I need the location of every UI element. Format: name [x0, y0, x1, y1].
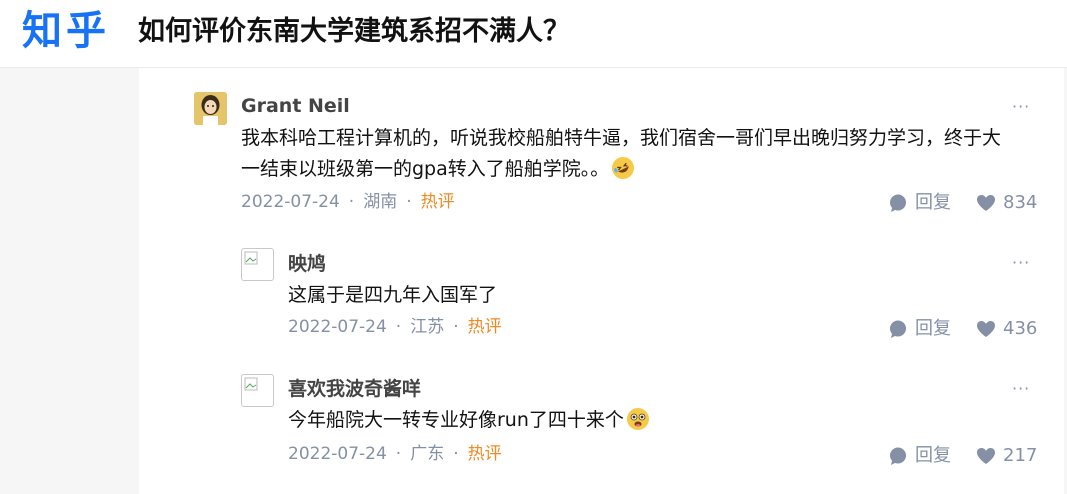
top-bar: 知乎 如何评价东南大学建筑系招不满人？ — [0, 0, 1067, 68]
comment-location: 湖南 — [363, 192, 398, 212]
reply-icon — [890, 194, 906, 212]
comment-content: 这属于是四九年入国军了 — [288, 284, 498, 306]
reply-button[interactable]: 回复 — [888, 318, 951, 340]
meta-separator: · — [348, 192, 355, 212]
reply-icon — [890, 320, 906, 338]
comment-content: 今年船院大一转专业好像run了四十来个 — [288, 405, 988, 436]
more-options-icon[interactable]: ··· — [1012, 99, 1030, 115]
like-button[interactable]: 217 — [976, 445, 1037, 467]
reply-button[interactable]: 回复 — [888, 192, 951, 214]
question-title[interactable]: 如何评价东南大学建筑系招不满人？ — [138, 12, 570, 52]
comment-author[interactable]: 映鸠 — [288, 252, 326, 276]
comment-meta: 2022-07-24 · 广东 · 热评 — [288, 443, 502, 465]
comment-location: 江苏 — [410, 317, 445, 337]
comment-meta: 2022-07-24 · 江苏 · 热评 — [288, 316, 502, 338]
comment-author[interactable]: Grant Neil — [241, 94, 350, 118]
meta-separator: · — [406, 192, 412, 212]
heart-icon — [977, 321, 995, 337]
zhihu-logo[interactable]: 知乎 — [22, 6, 110, 56]
reply-label: 回复 — [915, 192, 951, 213]
like-count: 834 — [1003, 192, 1038, 213]
meta-separator: · — [395, 444, 402, 464]
like-count: 217 — [1003, 445, 1038, 466]
rolling-on-floor-laughing-icon — [612, 157, 635, 179]
avatar[interactable] — [241, 248, 274, 281]
like-count: 436 — [1003, 318, 1038, 339]
heart-icon — [977, 448, 995, 464]
meta-separator: · — [395, 317, 402, 337]
comment-content: 我本科哈工程计算机的，听说我校船舶特牛逼，我们宿舍一哥们早出晚归努力学习，终于大… — [241, 123, 1006, 185]
reply-label: 回复 — [915, 318, 951, 339]
meta-separator: · — [453, 317, 459, 337]
more-options-icon[interactable]: ··· — [1012, 255, 1030, 271]
comment-date: 2022-07-24 — [241, 192, 340, 212]
comment-meta: 2022-07-24 · 湖南 · 热评 — [241, 191, 455, 213]
heart-icon — [977, 195, 995, 211]
comment-location: 广东 — [410, 444, 445, 464]
avatar[interactable] — [194, 92, 227, 125]
avatar[interactable] — [241, 374, 274, 407]
hot-comment-badge: 热评 — [420, 192, 455, 212]
reply-icon — [890, 447, 906, 465]
comment-date: 2022-07-24 — [288, 317, 387, 337]
comment-author[interactable]: 喜欢我波奇酱咩 — [288, 377, 421, 401]
reply-label: 回复 — [915, 445, 951, 466]
drooling-face-icon — [626, 408, 649, 430]
like-button[interactable]: 436 — [976, 318, 1037, 340]
meta-separator: · — [453, 444, 459, 464]
hot-comment-badge: 热评 — [467, 444, 502, 464]
reply-button[interactable]: 回复 — [888, 445, 951, 467]
comment-date: 2022-07-24 — [288, 444, 387, 464]
like-button[interactable]: 834 — [976, 192, 1037, 214]
comment-card: Grant Neil ··· 我本科哈工程计算机的，听说我校船舶特牛逼，我们宿舍… — [139, 68, 1064, 494]
more-options-icon[interactable]: ··· — [1012, 381, 1030, 397]
hot-comment-badge: 热评 — [467, 317, 502, 337]
